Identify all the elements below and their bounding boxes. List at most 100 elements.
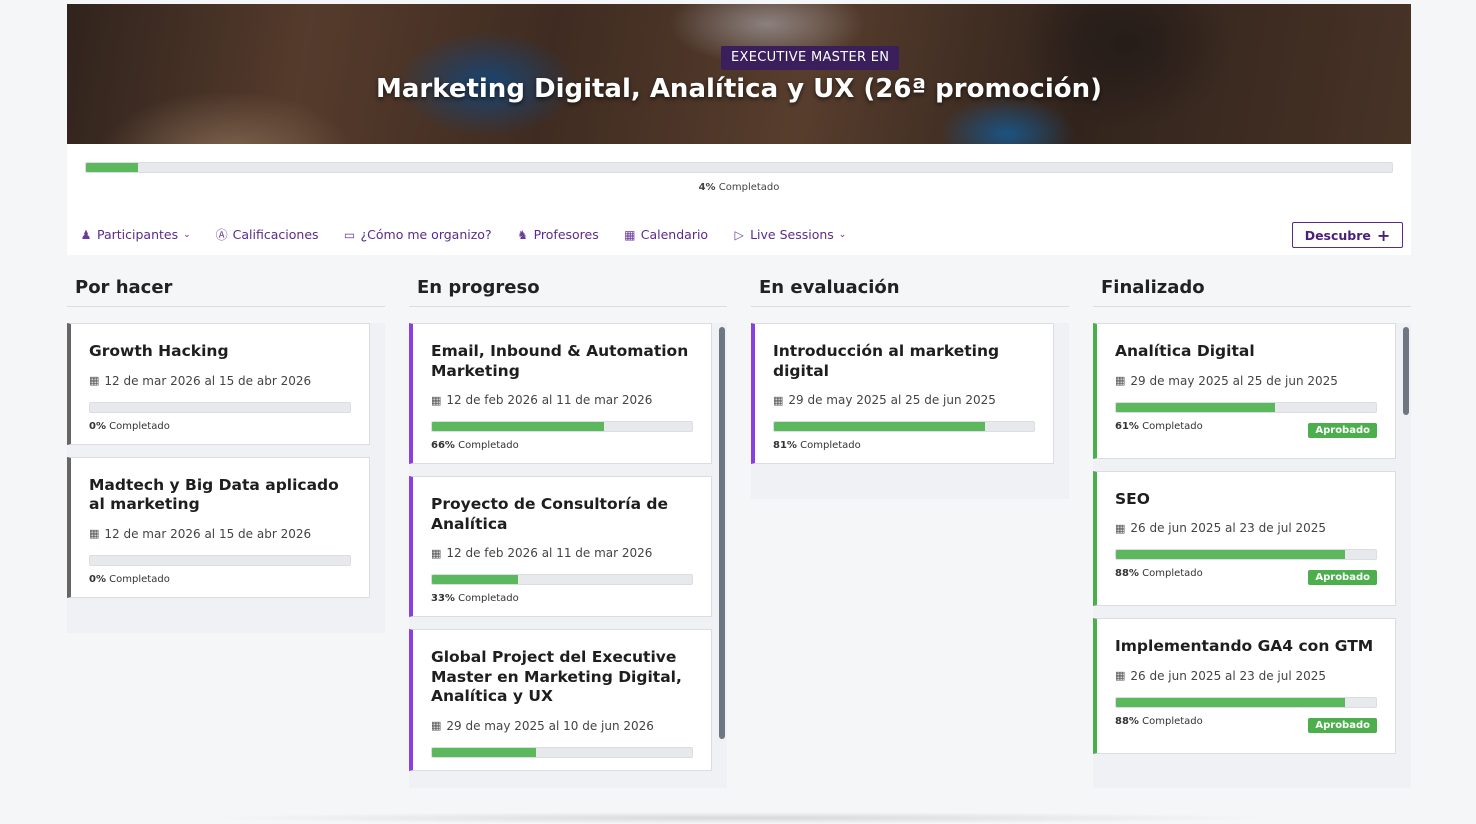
module-progress-percent: 88%: [1115, 568, 1139, 579]
calendar-icon: ▦: [1115, 374, 1126, 387]
module-card[interactable]: Introducción al marketing digital ▦ 29 d…: [751, 323, 1054, 464]
nav-participantes-label: Participantes: [97, 227, 179, 242]
module-progress-bar: [431, 746, 693, 758]
column-scrollbar[interactable]: [719, 327, 725, 739]
nav-profesores[interactable]: ♞ Profesores: [516, 227, 599, 242]
module-title: Implementando GA4 con GTM: [1115, 637, 1374, 655]
module-dates: ▦ 29 de may 2025 al 25 de jun 2025: [1115, 374, 1377, 388]
module-dates: ▦ 26 de jun 2025 al 23 de jul 2025: [1115, 521, 1377, 535]
module-date-text: 26 de jun 2025 al 23 de jul 2025: [1130, 521, 1327, 535]
calendar-icon: ▦: [1115, 521, 1126, 535]
module-dates: ▦ 12 de mar 2026 al 15 de abr 2026: [89, 527, 351, 541]
column-en-progreso: En progreso Email, Inbound & Automation …: [409, 270, 727, 788]
nav-calendario[interactable]: ▦ Calendario: [623, 227, 708, 242]
module-progress-fill: [1116, 697, 1345, 707]
page-bottom-shadow: [200, 812, 1280, 824]
calendar-icon: ▦: [1115, 669, 1126, 682]
column-cards: Analítica Digital ▦ 29 de may 2025 al 25…: [1093, 323, 1411, 788]
module-title: Introducción al marketing digital: [773, 342, 1000, 380]
module-dates: ▦ 12 de feb 2026 al 11 de mar 2026: [431, 393, 693, 407]
calendar-icon: ▦: [773, 393, 784, 407]
nav-live-sessions-label: Live Sessions: [750, 227, 834, 242]
module-progress-percent: 81%: [773, 440, 797, 451]
module-progress-fill: [432, 747, 536, 757]
course-progress-fill: [86, 163, 139, 172]
module-progress-bar: [1115, 696, 1377, 708]
module-card[interactable]: Madtech y Big Data aplicado al marketing…: [67, 456, 370, 598]
column-cards: Growth Hacking ▦ 12 de mar 2026 al 15 de…: [67, 323, 385, 633]
column-title: Finalizado: [1093, 270, 1411, 307]
module-progress-percent: 0%: [89, 573, 106, 585]
module-progress-percent: 66%: [431, 440, 455, 451]
calendar-icon: ▦: [431, 393, 442, 407]
column-finalizado: Finalizado Analítica Digital ▦ 29 de may…: [1093, 270, 1411, 788]
calendar-icon: ▦: [431, 719, 442, 732]
module-progress-fill: [432, 575, 518, 584]
module-card[interactable]: Implementando GA4 con GTM ▦ 26 de jun 20…: [1093, 618, 1396, 754]
calendar-icon: ▦: [89, 374, 100, 387]
module-card[interactable]: SEO ▦ 26 de jun 2025 al 23 de jul 2025 8…: [1093, 470, 1396, 606]
course-progress-bar: [85, 162, 1393, 173]
module-date-text: 29 de may 2025 al 10 de jun 2026: [446, 718, 654, 733]
status-badge: Aprobado: [1308, 570, 1377, 585]
column-scrollbar[interactable]: [1403, 327, 1409, 415]
module-progress-fill: [432, 422, 604, 431]
column-title: En progreso: [409, 270, 727, 307]
chevron-down-icon: ⌄: [838, 229, 847, 240]
module-progress-fill: [1116, 402, 1275, 412]
module-title: Email, Inbound & Automation Marketing: [431, 342, 689, 380]
nav-calificaciones[interactable]: Ⓐ Calificaciones: [215, 226, 319, 243]
course-hero-banner: EXECUTIVE MASTER EN Marketing Digital, A…: [67, 4, 1411, 144]
module-title: SEO: [1115, 489, 1150, 508]
module-progress-label: 33% Completado: [431, 593, 693, 604]
module-card[interactable]: Proyecto de Consultoría de Analítica ▦ 1…: [409, 476, 712, 617]
module-progress-bar: [1115, 401, 1377, 413]
column-title: Por hacer: [67, 270, 385, 307]
column-por-hacer: Por hacer Growth Hacking ▦ 12 de mar 202…: [67, 270, 385, 633]
module-title: Analítica Digital: [1115, 342, 1255, 360]
module-date-text: 12 de feb 2026 al 11 de mar 2026: [446, 393, 653, 407]
course-progress-percent: 4%: [698, 182, 716, 193]
module-progress-bar: [431, 421, 693, 432]
module-date-text: 12 de feb 2026 al 11 de mar 2026: [446, 546, 653, 560]
module-progress-fill: [774, 422, 985, 431]
nav-como-me-organizo[interactable]: ▭ ¿Cómo me organizo?: [343, 227, 492, 242]
teacher-icon: ♞: [517, 227, 528, 242]
video-icon: ▷: [734, 227, 744, 242]
module-progress-bar: [1115, 549, 1377, 560]
module-dates: ▦ 29 de may 2025 al 10 de jun 2026: [431, 719, 693, 733]
module-progress-suffix: Completado: [458, 440, 519, 451]
module-title: Global Project del Executive Master en M…: [431, 648, 682, 705]
module-card[interactable]: Growth Hacking ▦ 12 de mar 2026 al 15 de…: [67, 323, 370, 445]
module-progress-label: 0% Completado: [89, 574, 351, 585]
module-progress-bar: [773, 421, 1035, 432]
column-cards: Email, Inbound & Automation Marketing ▦ …: [409, 323, 727, 788]
grade-icon: Ⓐ: [215, 228, 228, 242]
laptop-icon: ▭: [343, 227, 356, 242]
module-progress-percent: 0%: [89, 420, 106, 432]
module-progress-bar: [89, 401, 351, 413]
module-progress-percent: 61%: [1115, 420, 1139, 432]
course-header-panel: 4% Completado ♟ Participantes ⌄ Ⓐ Califi…: [67, 144, 1411, 255]
nav-participantes[interactable]: ♟ Participantes ⌄: [79, 227, 191, 242]
module-dates: ▦ 26 de jun 2025 al 23 de jul 2025: [1115, 669, 1377, 683]
module-dates: ▦ 12 de feb 2026 al 11 de mar 2026: [431, 546, 693, 560]
nav-live-sessions[interactable]: ▷ Live Sessions ⌄: [732, 227, 846, 242]
module-date-text: 12 de mar 2026 al 15 de abr 2026: [104, 373, 312, 388]
calendar-icon: ▦: [431, 546, 442, 560]
module-card[interactable]: Analítica Digital ▦ 29 de may 2025 al 25…: [1093, 323, 1396, 459]
module-card[interactable]: Global Project del Executive Master en M…: [409, 629, 712, 771]
module-progress-percent: 88%: [1115, 715, 1139, 727]
program-type-badge: EXECUTIVE MASTER EN: [721, 46, 900, 70]
users-icon: ♟: [80, 227, 92, 242]
descubre-button[interactable]: Descubre +: [1292, 222, 1403, 248]
module-progress-label: 66% Completado: [431, 440, 693, 451]
calendar-icon: ▦: [89, 527, 100, 540]
module-dates: ▦ 12 de mar 2026 al 15 de abr 2026: [89, 374, 351, 388]
module-progress-label: 0% Completado: [89, 421, 351, 432]
course-nav: ♟ Participantes ⌄ Ⓐ Calificaciones ▭ ¿Có…: [79, 226, 847, 243]
status-badge: Aprobado: [1308, 717, 1377, 733]
module-progress-suffix: Completado: [1142, 420, 1203, 432]
course-progress-label: 4% Completado: [67, 182, 1411, 193]
module-card[interactable]: Email, Inbound & Automation Marketing ▦ …: [409, 323, 712, 464]
